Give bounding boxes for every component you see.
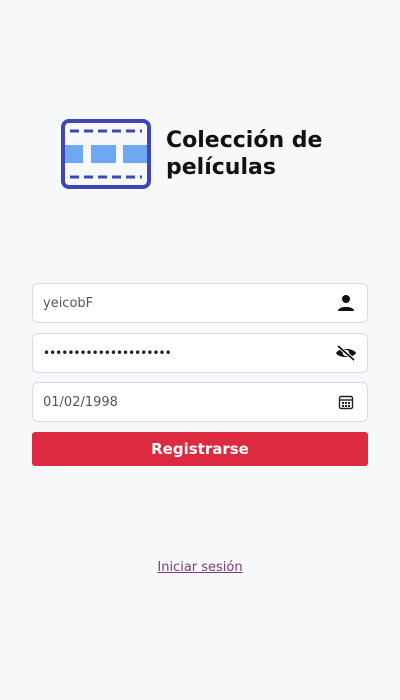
- user-icon: [335, 292, 357, 314]
- brand-header: Colección de películas: [60, 118, 356, 190]
- app-title: Colección de películas: [166, 128, 323, 180]
- birthdate-input[interactable]: [43, 383, 335, 421]
- username-field[interactable]: [32, 283, 368, 323]
- register-button[interactable]: Registrarse: [32, 432, 368, 466]
- film-strip-icon: [61, 119, 151, 189]
- birthdate-field[interactable]: [32, 382, 368, 422]
- password-input[interactable]: [43, 334, 335, 372]
- register-page: Colección de películas yeicobF •••••••••…: [0, 0, 400, 700]
- username-input[interactable]: [43, 284, 335, 322]
- eye-slash-icon[interactable]: [335, 342, 357, 364]
- calendar-icon[interactable]: [335, 391, 357, 413]
- login-link[interactable]: Iniciar sesión: [0, 560, 400, 575]
- password-field[interactable]: [32, 333, 368, 373]
